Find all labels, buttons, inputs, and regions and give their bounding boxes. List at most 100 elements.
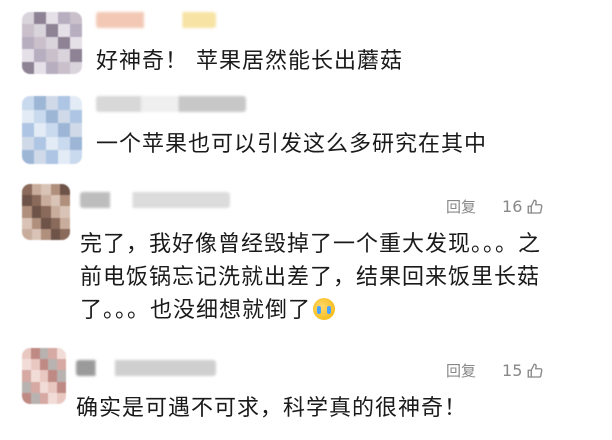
avatar-pixel xyxy=(58,136,70,151)
comment-text: 完了，我好像曾经毁掉了一个重大发现。。。之 前电饭锅忘记洗就出差了，结果回来饭里… xyxy=(80,232,542,323)
avatar-pixel xyxy=(46,36,58,50)
avatar-pixel xyxy=(34,49,46,62)
avatar-pixel xyxy=(70,136,82,151)
avatar-pixel xyxy=(46,12,58,25)
avatar-pixel xyxy=(22,36,34,50)
avatar-pixel xyxy=(22,12,34,25)
username-blurred[interactable] xyxy=(96,12,216,28)
avatar-pixel xyxy=(50,184,61,196)
avatar-pixel xyxy=(70,96,82,110)
avatar-pixel xyxy=(30,359,40,371)
avatar[interactable] xyxy=(22,96,82,164)
avatar-pixel xyxy=(31,228,42,240)
username-blurred[interactable] xyxy=(76,360,216,376)
comment-item-4: 回复 15 确实是可遇不可求，科学真的很神奇！ xyxy=(0,340,612,440)
avatar[interactable] xyxy=(22,12,82,74)
avatar-pixel xyxy=(39,392,49,404)
avatar-pixel xyxy=(46,61,58,74)
username-blurred[interactable] xyxy=(96,96,246,112)
avatar-pixel xyxy=(30,348,40,360)
avatar-pixel xyxy=(46,109,58,124)
avatar-pixel xyxy=(22,49,34,62)
avatar-pixel xyxy=(34,150,46,164)
avatar-pixel xyxy=(70,123,82,137)
avatar-pixel xyxy=(58,12,70,25)
avatar-pixel xyxy=(22,96,34,110)
avatar[interactable] xyxy=(22,348,66,404)
avatar-pixel xyxy=(58,150,70,164)
avatar-pixel xyxy=(50,195,61,207)
avatar-pixel xyxy=(57,381,66,393)
avatar-pixel xyxy=(22,228,32,240)
avatar-pixel xyxy=(34,12,46,25)
avatar-pixel xyxy=(39,359,49,371)
avatar-pixel xyxy=(58,61,70,74)
avatar-pixel xyxy=(34,36,46,50)
avatar-blur xyxy=(22,12,82,74)
avatar-pixel xyxy=(58,123,70,137)
reply-button[interactable]: 回复 xyxy=(446,360,476,381)
avatar-pixel xyxy=(41,184,51,196)
avatar-pixel xyxy=(22,109,34,124)
avatar-pixel xyxy=(22,206,32,218)
avatar-pixel xyxy=(58,24,70,37)
avatar-pixel xyxy=(48,370,58,382)
avatar-pixel xyxy=(50,217,61,229)
avatar-pixel xyxy=(70,49,82,62)
comment-text: 确实是可遇不可求，科学真的很神奇！ xyxy=(76,396,468,421)
avatar-pixel xyxy=(22,24,34,37)
username-blurred[interactable] xyxy=(80,192,230,208)
comment-item-1: 好神奇！ 苹果居然能长出蘑菇 xyxy=(0,0,612,90)
avatar-pixel xyxy=(70,150,82,164)
avatar-pixel xyxy=(58,36,70,50)
avatar-pixel xyxy=(48,381,58,393)
thumbs-up-icon[interactable] xyxy=(526,198,544,216)
avatar-pixel xyxy=(30,370,40,382)
avatar-pixel xyxy=(60,195,70,207)
avatar-pixel xyxy=(60,206,70,218)
avatar-blur xyxy=(22,184,70,240)
avatar-pixel xyxy=(41,206,51,218)
avatar-pixel xyxy=(22,195,32,207)
avatar-pixel xyxy=(70,12,82,25)
comment-item-2: 一个苹果也可以引发这么多研究在其中 xyxy=(0,90,612,180)
avatar-pixel xyxy=(48,392,58,404)
comment-text: 一个苹果也可以引发这么多研究在其中 xyxy=(96,132,488,157)
thumbs-up-icon[interactable] xyxy=(526,362,544,380)
avatar-pixel xyxy=(22,370,31,382)
avatar-pixel xyxy=(34,136,46,151)
like-count: 16 xyxy=(502,197,523,216)
avatar-pixel xyxy=(46,96,58,110)
comment-actions: 回复 16 xyxy=(446,196,544,217)
avatar-pixel xyxy=(46,150,58,164)
avatar-pixel xyxy=(22,217,32,229)
avatar-pixel xyxy=(22,359,31,371)
avatar-pixel xyxy=(22,136,34,151)
avatar-pixel xyxy=(46,136,58,151)
avatar-pixel xyxy=(58,49,70,62)
avatar-pixel xyxy=(58,96,70,110)
avatar-pixel xyxy=(57,348,66,360)
avatar-pixel xyxy=(22,348,31,360)
avatar[interactable] xyxy=(22,184,70,240)
avatar-pixel xyxy=(39,370,49,382)
avatar-pixel xyxy=(34,123,46,137)
avatar-blur xyxy=(22,348,66,404)
avatar-pixel xyxy=(22,150,34,164)
avatar-pixel xyxy=(57,359,66,371)
avatar-pixel xyxy=(41,195,51,207)
avatar-pixel xyxy=(22,61,34,74)
comment-item-3: 回复 16 完了，我好像曾经毁掉了一个重大发现。。。之 前电饭锅忘记洗就出差了，… xyxy=(0,180,612,335)
avatar-pixel xyxy=(34,96,46,110)
avatar-pixel xyxy=(48,348,58,360)
avatar-pixel xyxy=(22,123,34,137)
like-count: 15 xyxy=(502,361,523,380)
avatar-pixel xyxy=(57,370,66,382)
avatar-pixel xyxy=(30,392,40,404)
avatar-pixel xyxy=(70,61,82,74)
avatar-pixel xyxy=(22,381,31,393)
avatar-blur xyxy=(22,96,82,164)
avatar-pixel xyxy=(31,217,42,229)
reply-button[interactable]: 回复 xyxy=(446,196,476,217)
avatar-pixel xyxy=(31,206,42,218)
